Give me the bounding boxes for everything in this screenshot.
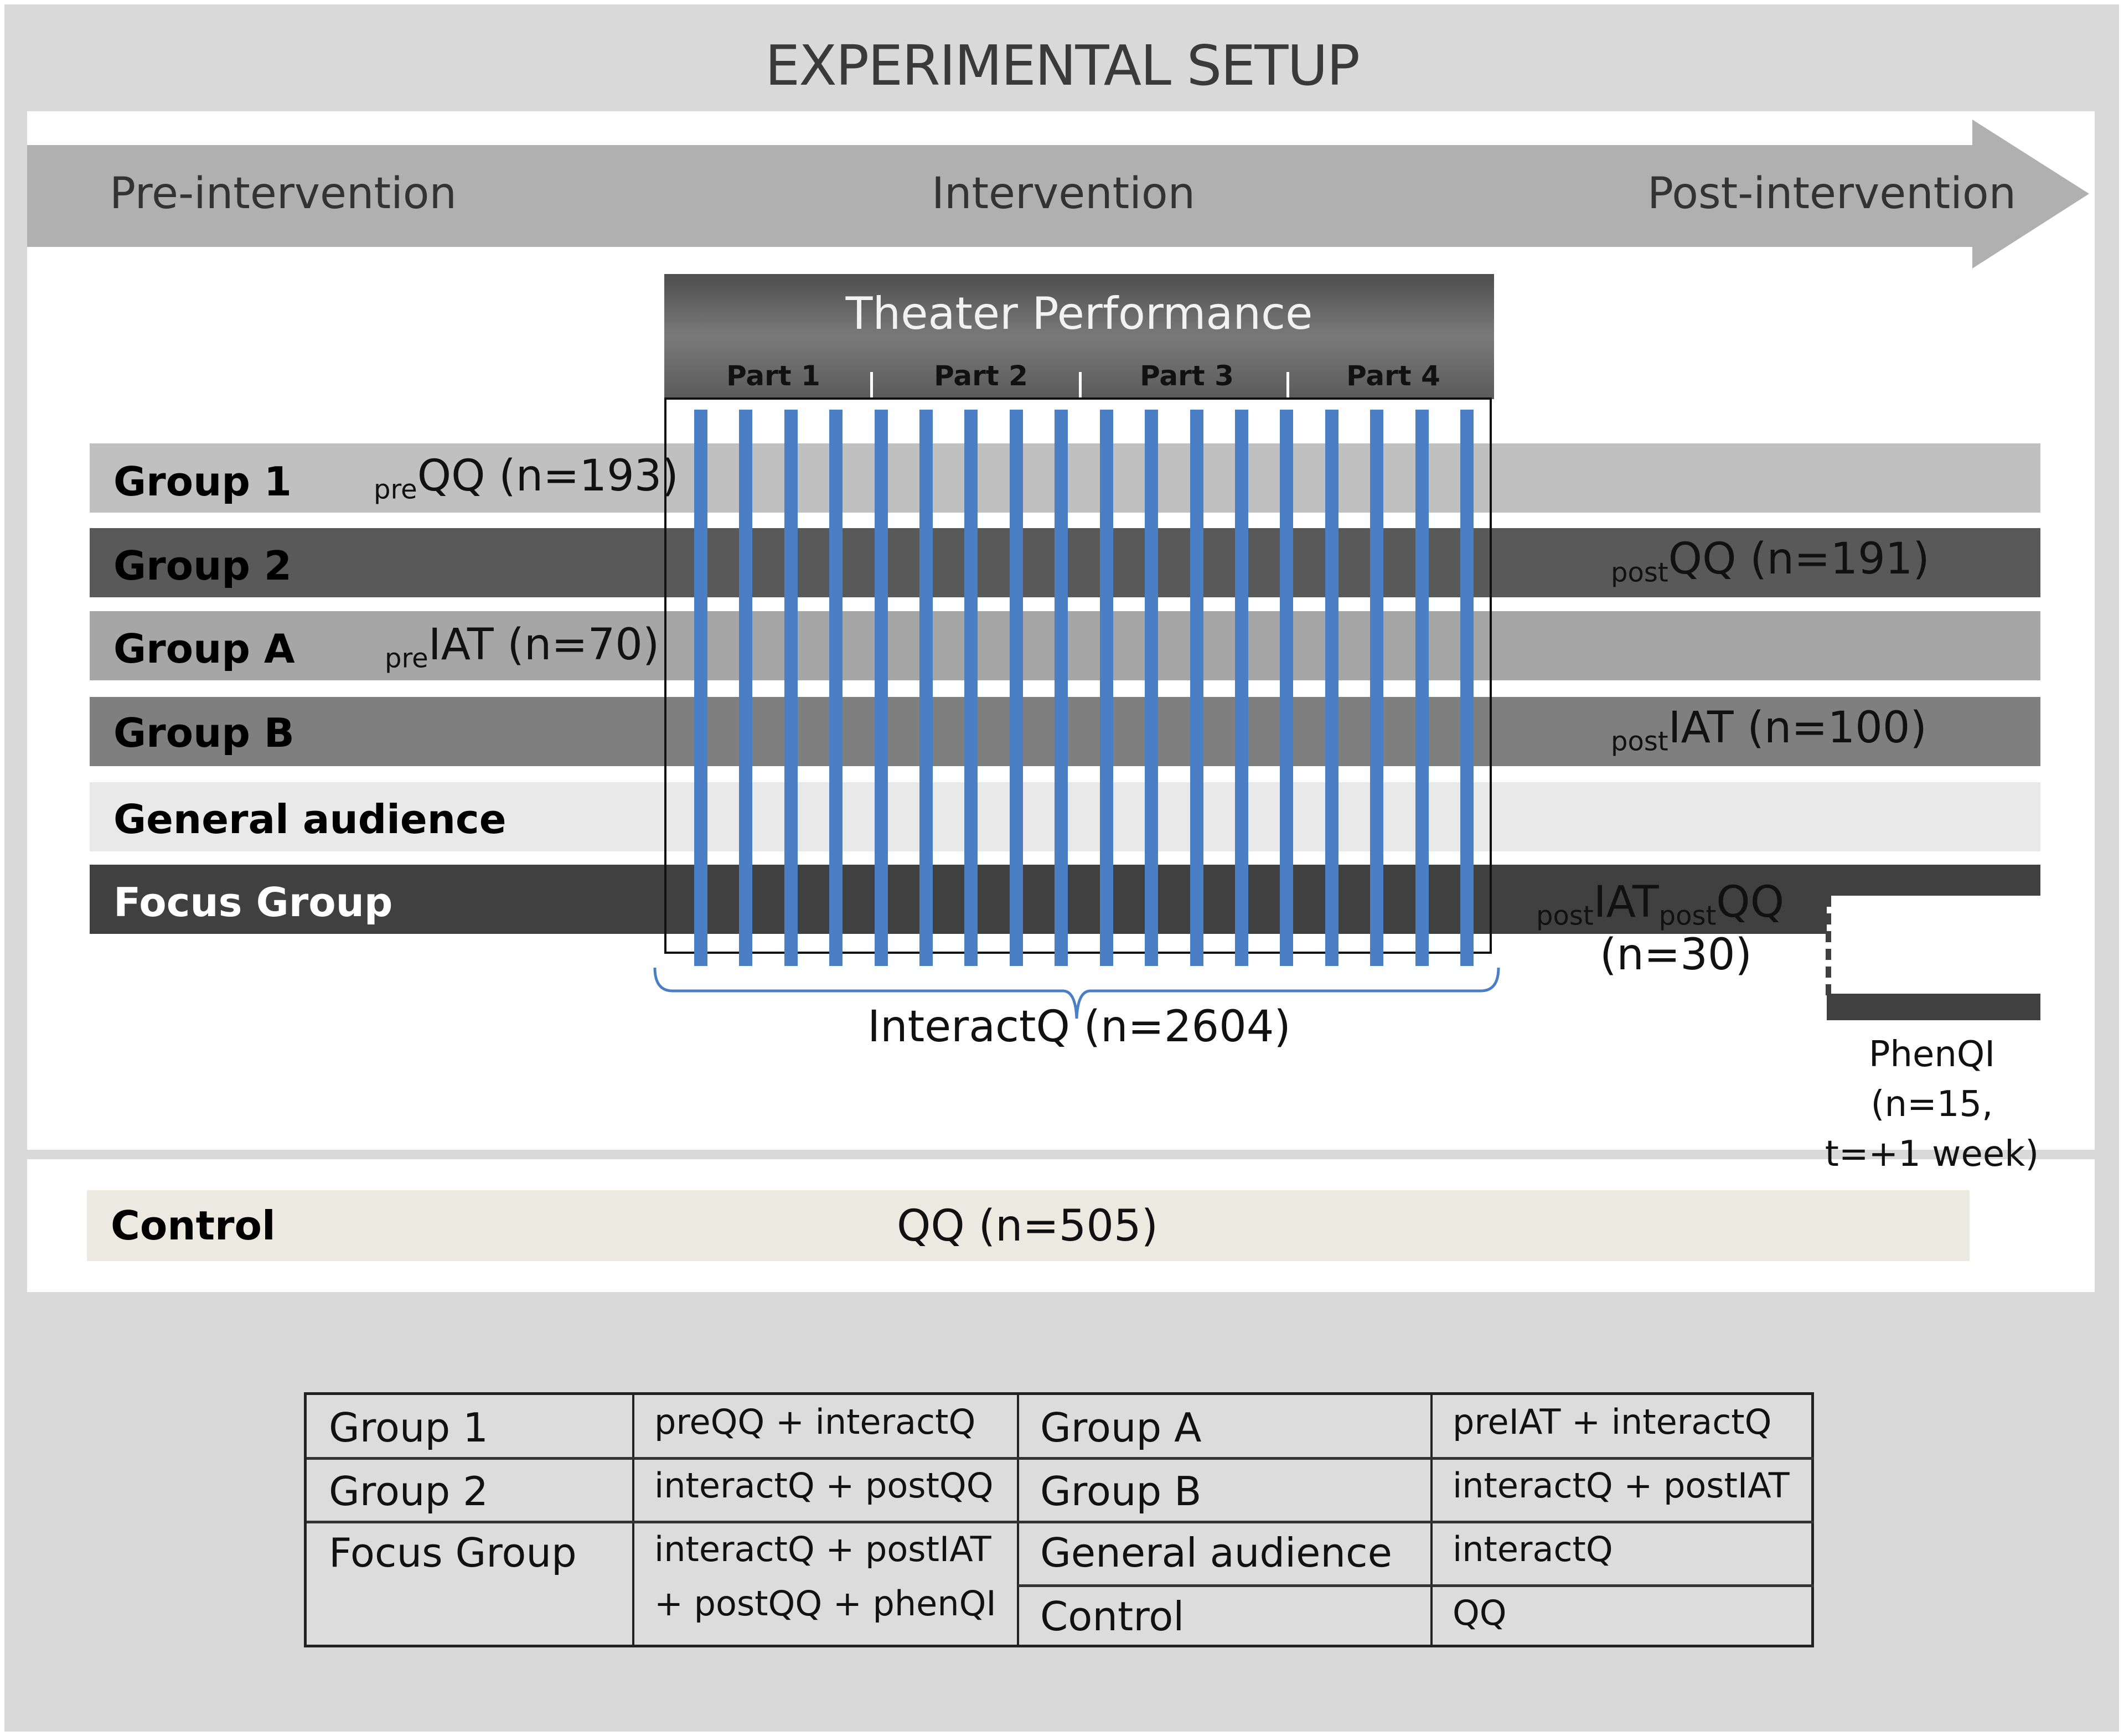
phase-post-intervention: Post-intervention [1647, 169, 2017, 219]
phenqi-bar [1827, 994, 2040, 1020]
table-cell-measures-line2: + postQQ + phenQI [654, 1583, 996, 1624]
interaction-line [964, 410, 978, 966]
interaction-line [1370, 410, 1384, 966]
interaction-line [694, 410, 707, 966]
interaction-line [1190, 410, 1203, 966]
table-cell-group: Control [1040, 1593, 1185, 1640]
interaction-line [1460, 410, 1474, 966]
group-2-post-measure: postQQ (n=191) [1611, 534, 1930, 588]
interaction-line [1415, 410, 1429, 966]
interaction-line [739, 410, 753, 966]
interaction-line [829, 410, 843, 966]
diagram-title: EXPERIMENTAL SETUP [765, 33, 1360, 98]
interaction-line [1009, 410, 1023, 966]
interaction-line [1234, 410, 1248, 966]
group-b-post-measure: postIAT (n=100) [1611, 703, 1927, 757]
control-measure: QQ (n=505) [897, 1201, 1159, 1251]
phenqi-label: PhenQI (n=15, t=+1 week) [1816, 1030, 2048, 1179]
part-4-label: Part 4 [1346, 360, 1440, 392]
interaction-line [919, 410, 933, 966]
legend-table: Group 1 preQQ + interactQ Group 2 intera… [304, 1392, 1814, 1647]
table-cell-measures: interactQ + postIAT + postQQ + phenQI [633, 1522, 1018, 1647]
focus-group-step-cutout [1827, 896, 2048, 940]
focus-group-post-measures: postIATpostQQ [1536, 877, 1785, 932]
table-cell-measures: interactQ + postQQ [654, 1465, 994, 1506]
table-cell-measures: interactQ + postIAT [1453, 1465, 1790, 1506]
interaction-line [1145, 410, 1159, 966]
phenqi-label-line1: PhenQI (n=15, [1868, 1034, 1996, 1125]
interaction-line [1099, 410, 1113, 966]
table-cell-measures: interactQ [1453, 1529, 1613, 1569]
table-cell-group: Group 1 [329, 1404, 488, 1451]
interaction-line [874, 410, 888, 966]
part-1-label: Part 1 [726, 360, 820, 392]
general-audience-label: General audience [113, 796, 507, 843]
phenqi-label-line2: t=+1 week) [1825, 1134, 2039, 1175]
table-cell-measures: preIAT + interactQ [1453, 1402, 1772, 1442]
table-cell-group: Group B [1040, 1468, 1202, 1515]
table-divider [307, 1457, 1814, 1460]
group-a-pre-measure: preIAT (n=70) [385, 620, 660, 674]
group-1-pre-measure: preQQ (n=193) [374, 451, 679, 505]
focus-group-label: Focus Group [113, 879, 393, 926]
table-cell-measures: preQQ + interactQ [654, 1402, 976, 1442]
group-a-label: Group A [113, 626, 295, 672]
control-label: Control [111, 1202, 276, 1249]
theater-title: Theater Performance [845, 288, 1313, 339]
phase-pre-intervention: Pre-intervention [110, 169, 457, 219]
group-2-label: Group 2 [113, 542, 292, 589]
table-divider [1018, 1584, 1814, 1587]
group-b-label: Group B [113, 710, 294, 756]
table-cell-group: Group 2 [329, 1468, 488, 1515]
interaction-line [1280, 410, 1294, 966]
interaction-line [784, 410, 798, 966]
interactq-bracket [653, 967, 1500, 1019]
table-divider [307, 1521, 1814, 1523]
table-cell-group: General audience [1040, 1530, 1392, 1576]
part-2-label: Part 2 [934, 360, 1028, 392]
part-divider [870, 372, 873, 399]
group-1-label: Group 1 [113, 458, 292, 505]
part-3-label: Part 3 [1140, 360, 1234, 392]
table-cell-measures-line1: interactQ + postIAT [654, 1529, 991, 1569]
interaction-line [1325, 410, 1339, 966]
phase-intervention: Intervention [932, 169, 1196, 219]
table-cell-measures: QQ [1453, 1593, 1507, 1633]
focus-group-followup-connector [1826, 896, 1831, 995]
focus-group-n: (n=30) [1600, 930, 1752, 980]
table-cell-group: Focus Group [329, 1530, 577, 1576]
interaction-line [1055, 410, 1068, 966]
part-divider [1286, 372, 1289, 399]
table-cell-group: Group A [1040, 1404, 1202, 1451]
part-divider [1079, 372, 1082, 399]
